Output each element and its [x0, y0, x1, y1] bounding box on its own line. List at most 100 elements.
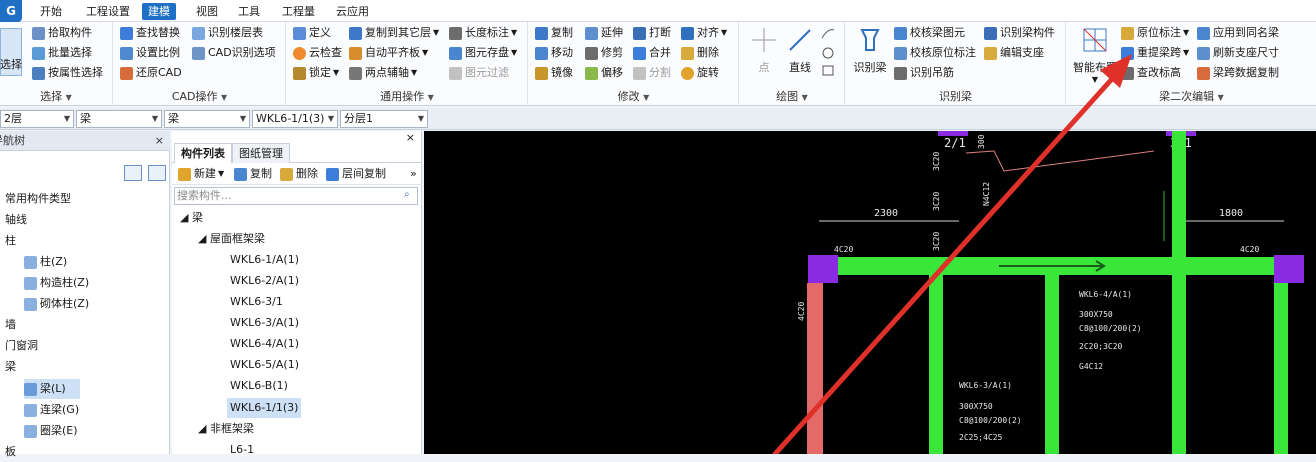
copy-button[interactable]: 复制: [535, 24, 573, 42]
tab-modeling[interactable]: 建模: [142, 3, 176, 20]
tab-view[interactable]: 视图: [190, 3, 224, 20]
nav-common-types[interactable]: 常用构件类型: [5, 189, 71, 209]
select-group-title[interactable]: 选择 ▼: [0, 88, 112, 104]
layer-select[interactable]: 分层1 ▼: [340, 110, 428, 128]
smart-layout-button[interactable]: 智能布置 ▼: [1071, 26, 1119, 84]
batch-select-button[interactable]: 批量选择: [32, 44, 92, 62]
close-icon[interactable]: ×: [155, 131, 164, 151]
tile-view-icon[interactable]: [148, 165, 166, 181]
tab-start[interactable]: 开始: [34, 3, 68, 20]
nav-door-window[interactable]: 门窗洞: [5, 336, 38, 356]
point-button[interactable]: 点: [746, 26, 782, 75]
nav-column[interactable]: 柱: [5, 231, 16, 251]
delete-component-button[interactable]: 删除: [280, 166, 318, 182]
split-button[interactable]: 分割: [633, 64, 671, 82]
component-select[interactable]: WKL6-1/1(3) ▼: [252, 110, 338, 128]
set-scale-button[interactable]: 设置比例: [120, 44, 180, 62]
app-logo-icon[interactable]: G: [0, 0, 22, 22]
recognize-hanger-button[interactable]: 识别吊筋: [894, 64, 954, 82]
check-in-situ-label-button[interactable]: 校核原位标注: [894, 44, 976, 62]
move-button[interactable]: 移动: [535, 44, 573, 62]
auto-align-slab-button[interactable]: 自动平齐板 ▼: [349, 44, 428, 62]
nav-coupling-beam[interactable]: 连梁(G): [24, 400, 79, 420]
drawing-canvas[interactable]: 2300 1800 2/1 3/1 4C20 4C20 3C20 3C20 3C…: [424, 131, 1316, 454]
cad-drawing[interactable]: 2300 1800 2/1 3/1 4C20 4C20 3C20 3C20 3C…: [424, 131, 1316, 454]
copy-between-floors-button[interactable]: 层间复制: [326, 166, 386, 182]
change-elevation-button[interactable]: 查改标高: [1121, 64, 1181, 82]
select-by-property-button[interactable]: 按属性选择: [32, 64, 103, 82]
list-item[interactable]: WKL6-5/A(1): [230, 355, 299, 375]
list-item[interactable]: WKL6-2/A(1): [230, 271, 299, 291]
tab-quantity[interactable]: 工程量: [276, 3, 321, 20]
draw-shape-icons[interactable]: [820, 26, 836, 80]
copy-to-other-floor-button[interactable]: 复制到其它层 ▼: [349, 24, 439, 42]
recognize-beam-button[interactable]: 识别梁: [850, 26, 890, 75]
recognize-floor-table-button[interactable]: 识别楼层表: [192, 24, 263, 42]
in-situ-label-button[interactable]: 原位标注 ▼: [1121, 24, 1189, 42]
nav-beam[interactable]: 梁: [5, 357, 16, 377]
restore-cad-button[interactable]: 还原CAD: [120, 64, 182, 82]
find-replace-button[interactable]: 查找替换: [120, 24, 180, 42]
tab-drawing-management[interactable]: 图纸管理: [232, 143, 290, 163]
type-select[interactable]: 梁 ▼: [76, 110, 162, 128]
align-button[interactable]: 对齐 ▼: [681, 24, 727, 42]
lock-button[interactable]: 锁定 ▼: [293, 64, 339, 82]
list-item[interactable]: WKL6-3/A(1): [230, 313, 299, 333]
edit-support-button[interactable]: 编辑支座: [984, 44, 1044, 62]
nav-column-z[interactable]: 柱(Z): [24, 252, 67, 272]
nav-axis[interactable]: 轴线: [5, 210, 27, 230]
copy-component-button[interactable]: 复制: [234, 166, 272, 182]
nav-wall[interactable]: 墙: [5, 315, 16, 335]
nav-masonry-column[interactable]: 砌体柱(Z): [24, 294, 89, 314]
draw-group-title[interactable]: 绘图 ▼: [740, 88, 844, 104]
define-button[interactable]: 定义: [293, 24, 331, 42]
search-input[interactable]: 搜索构件...: [174, 187, 418, 205]
modify-group-title[interactable]: 修改 ▼: [529, 88, 738, 104]
save-elements-button[interactable]: 图元存盘 ▼: [449, 44, 517, 62]
apply-same-beam-button[interactable]: 应用到同名梁: [1197, 24, 1279, 42]
cad-group-title[interactable]: CAD操作 ▼: [114, 88, 285, 104]
span-data-copy-button[interactable]: 梁跨数据复制: [1197, 64, 1279, 82]
tab-cloud[interactable]: 云应用: [330, 3, 375, 20]
beam-secondary-edit-title[interactable]: 梁二次编辑 ▼: [1067, 88, 1316, 104]
nav-slab[interactable]: 板: [5, 442, 16, 462]
list-item[interactable]: L6-1: [230, 440, 254, 460]
trim-button[interactable]: 修剪: [585, 44, 623, 62]
extend-button[interactable]: 延伸: [585, 24, 623, 42]
element-filter-button[interactable]: 图元过滤: [449, 64, 509, 82]
more-icon[interactable]: »: [410, 166, 417, 182]
length-dimension-button[interactable]: 长度标注 ▼: [449, 24, 517, 42]
check-beam-elements-button[interactable]: 校核梁图元: [894, 24, 965, 42]
floor-select[interactable]: 2层 ▼: [0, 110, 74, 128]
cloud-check-button[interactable]: 云检查: [293, 44, 342, 62]
recognize-beam-component-button[interactable]: 识别梁构件: [984, 24, 1055, 42]
search-icon[interactable]: ⌕: [404, 189, 410, 200]
new-button[interactable]: 新建 ▼: [178, 166, 224, 182]
rotate-button[interactable]: 旋转: [681, 64, 719, 82]
refresh-support-size-button[interactable]: 刷新支座尺寸: [1197, 44, 1279, 62]
re-extract-span-button[interactable]: 重提梁跨 ▼: [1121, 44, 1189, 62]
mirror-button[interactable]: 镜像: [535, 64, 573, 82]
tree-group-roof-frame-beam[interactable]: ◢ 屋面框架梁: [198, 229, 265, 249]
list-item[interactable]: WKL6-3/1: [230, 292, 283, 312]
list-item[interactable]: WKL6-B(1): [230, 376, 288, 396]
offset-button[interactable]: 偏移: [585, 64, 623, 82]
line-button[interactable]: 直线: [784, 26, 816, 75]
tab-project-settings[interactable]: 工程设置: [80, 3, 136, 20]
nav-ring-beam[interactable]: 圈梁(E): [24, 421, 78, 441]
tab-component-list[interactable]: 构件列表: [174, 143, 232, 163]
tree-group-non-frame-beam[interactable]: ◢ 非框架梁: [198, 419, 254, 439]
list-item-selected[interactable]: WKL6-1/1(3): [227, 398, 302, 418]
tree-root-beam[interactable]: ◢ 梁: [180, 208, 203, 228]
list-item[interactable]: WKL6-1/A(1): [230, 250, 299, 270]
merge-button[interactable]: 合并: [633, 44, 671, 62]
tab-tools[interactable]: 工具: [232, 3, 266, 20]
general-group-title[interactable]: 通用操作 ▼: [287, 88, 527, 104]
pick-component-button[interactable]: 拾取构件: [32, 24, 92, 42]
break-button[interactable]: 打断: [633, 24, 671, 42]
nav-constructional-column[interactable]: 构造柱(Z): [24, 273, 89, 293]
list-item[interactable]: WKL6-4/A(1): [230, 334, 299, 354]
two-point-axis-button[interactable]: 两点辅轴 ▼: [349, 64, 417, 82]
subtype-select[interactable]: 梁 ▼: [164, 110, 250, 128]
cad-options-button[interactable]: CAD识别选项: [192, 44, 276, 62]
